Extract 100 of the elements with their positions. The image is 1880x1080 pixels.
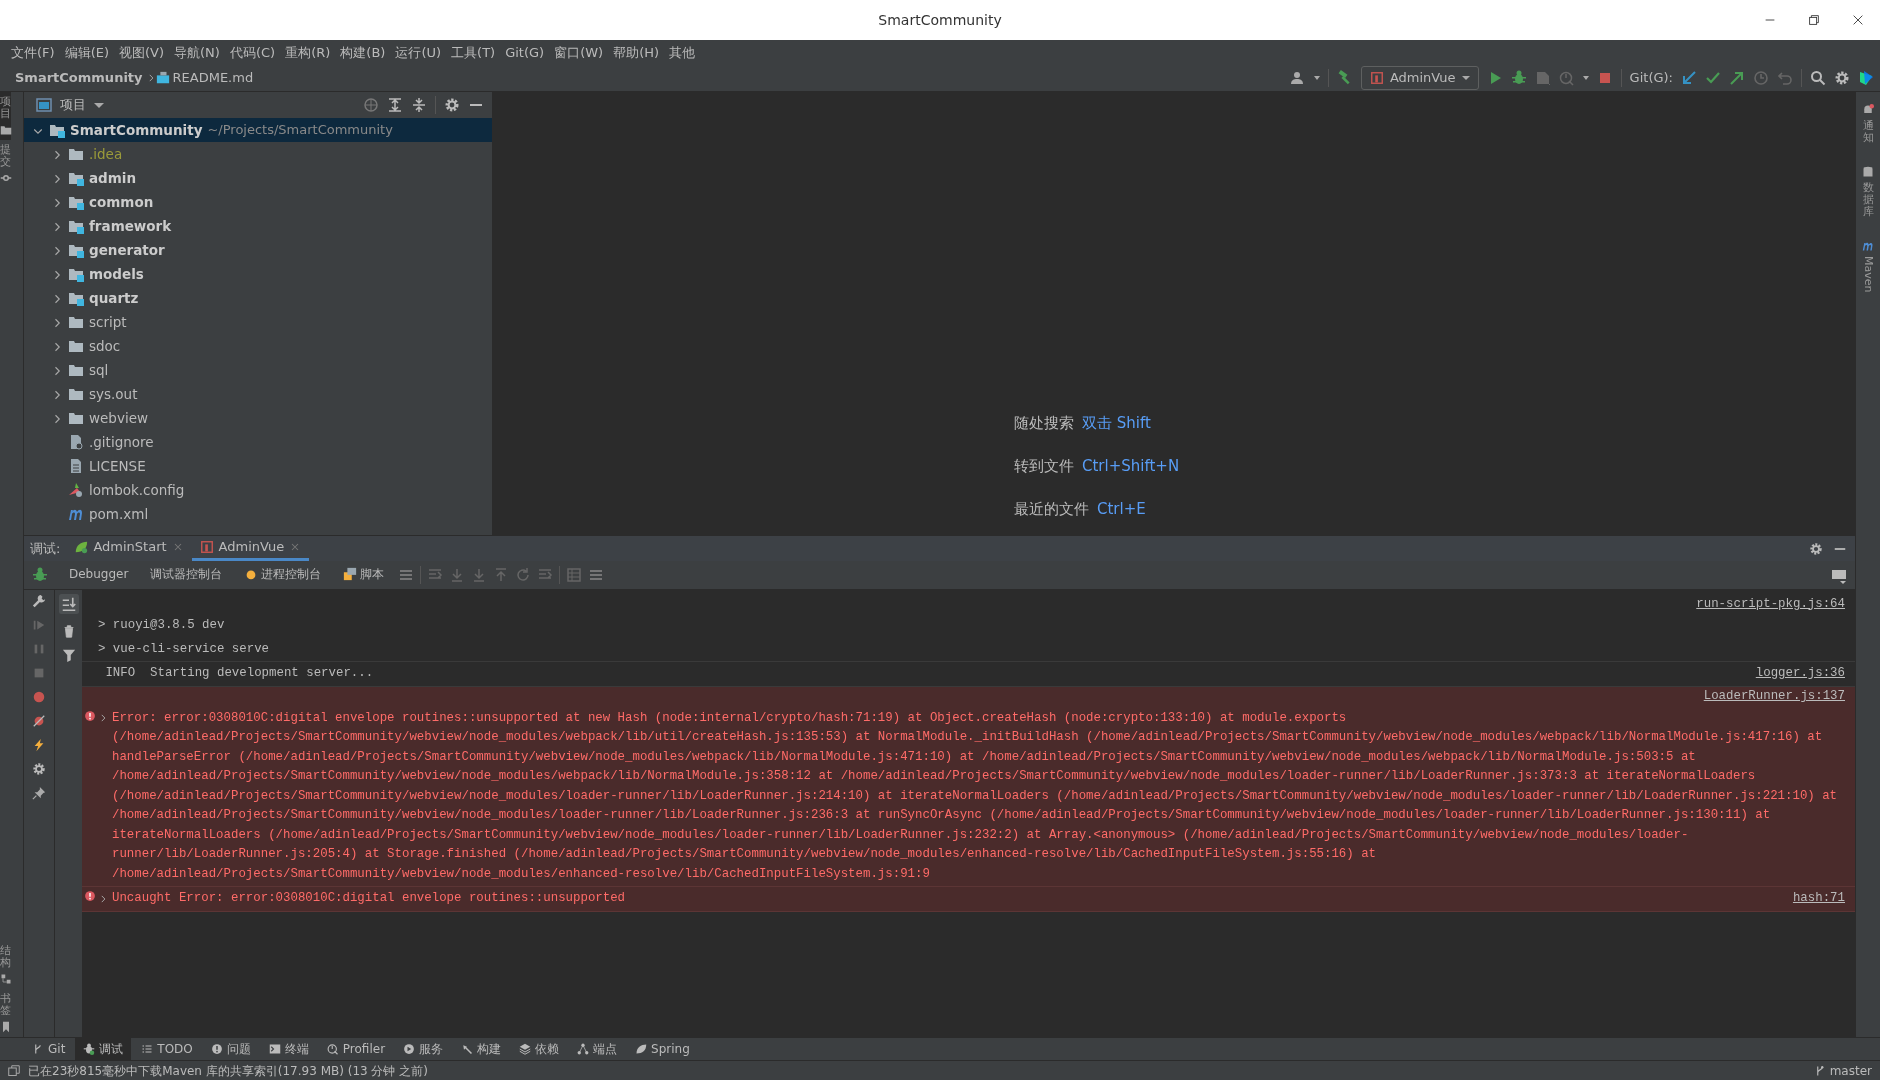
menu-item[interactable]: 重构(R) — [280, 42, 336, 63]
run-config-dropdown[interactable]: AdminVue — [1360, 66, 1479, 90]
tree-item[interactable]: framework — [89, 215, 172, 237]
menu-item[interactable]: 构建(B) — [335, 42, 391, 63]
menu-item[interactable]: 视图(V) — [114, 42, 170, 63]
tool-window-button[interactable]: TODO — [133, 1037, 201, 1061]
tree-item[interactable]: sys.out — [89, 383, 138, 405]
tree-item[interactable]: models — [89, 263, 144, 285]
module-folder-icon — [68, 170, 84, 186]
tool-window-tab[interactable]: 数据库 — [1862, 162, 1874, 223]
tree-item[interactable]: script — [89, 311, 127, 333]
mute-breakpoints-icon[interactable] — [32, 714, 46, 728]
commit-check-icon[interactable] — [1705, 70, 1721, 86]
tool-window-tab[interactable]: 项目 — [0, 92, 11, 141]
window-title: SmartCommunity — [878, 10, 1002, 30]
tree-item[interactable]: .idea — [89, 143, 123, 165]
tool-window-button[interactable]: 调试 — [75, 1037, 132, 1061]
folder-icon — [68, 314, 84, 330]
run-tab[interactable]: AdminStart — [66, 536, 192, 561]
panel-title[interactable]: 项目 — [60, 95, 86, 115]
search-icon[interactable] — [1810, 70, 1826, 86]
expand-all-icon[interactable] — [387, 97, 403, 113]
menu-item[interactable]: 窗口(W) — [549, 42, 609, 63]
tree-item[interactable]: LICENSE — [89, 455, 146, 477]
settings-icon[interactable] — [1834, 70, 1850, 86]
tree-item[interactable]: admin — [89, 167, 137, 189]
tool-window-button[interactable]: Git — [24, 1037, 74, 1061]
scroll-to-end-icon[interactable] — [58, 594, 79, 614]
tool-window-tab[interactable]: 结构 — [0, 940, 11, 989]
caret-icon — [1461, 76, 1470, 80]
tool-window-tab[interactable]: Maven — [1862, 236, 1874, 297]
settings-icon[interactable] — [444, 97, 460, 113]
console-tab[interactable]: 进程控制台 — [236, 560, 330, 590]
tree-item[interactable]: generator — [89, 239, 165, 261]
tool-window-tab[interactable]: 书签 — [0, 988, 11, 1037]
menu-item[interactable]: 工具(T) — [446, 42, 501, 63]
tree-item[interactable]: .gitignore — [89, 431, 154, 453]
tree-item[interactable]: common — [89, 191, 154, 213]
source-link[interactable]: logger.js:36 — [1755, 666, 1845, 680]
user-icon[interactable] — [1289, 70, 1306, 86]
tree-item[interactable]: pom.xml — [89, 503, 149, 525]
tool-window-tab[interactable]: 提交 — [0, 140, 11, 189]
menu-item[interactable]: 导航(N) — [169, 42, 225, 63]
lightning-icon[interactable] — [32, 738, 46, 752]
git-icon — [32, 1043, 44, 1055]
menu-item[interactable]: 编辑(E) — [59, 42, 114, 63]
menu-item[interactable]: 帮助(H) — [608, 42, 665, 63]
menu-item[interactable]: 代码(C) — [224, 42, 281, 63]
tool-window-button[interactable]: 问题 — [202, 1037, 259, 1061]
source-link[interactable]: hash:71 — [1792, 891, 1845, 905]
tool-window-button[interactable]: 依赖 — [511, 1037, 568, 1061]
menu-item[interactable]: Git(G) — [500, 42, 550, 63]
collapse-all-icon[interactable] — [411, 97, 427, 113]
tool-window-button[interactable]: 终端 — [260, 1037, 317, 1061]
settings-icon[interactable] — [1809, 541, 1823, 556]
bug-icon[interactable] — [31, 567, 48, 583]
tree-item[interactable]: lombok.config — [89, 479, 185, 501]
tree-item[interactable]: sdoc — [89, 335, 121, 357]
tree-item[interactable]: webview — [89, 407, 148, 429]
source-link[interactable]: LoaderRunner.js:137 — [1703, 687, 1845, 706]
tree-item[interactable]: sql — [89, 359, 109, 381]
folder-icon — [68, 410, 84, 426]
run-tab[interactable]: AdminVue — [191, 536, 310, 561]
console-tab[interactable]: 脚本 — [335, 560, 393, 590]
filter-icon[interactable] — [61, 648, 76, 662]
push-arrow-icon[interactable] — [1729, 70, 1745, 86]
menu-item[interactable]: 其他 — [664, 42, 701, 63]
tree-item[interactable]: SmartCommunity — [70, 119, 203, 141]
update-arrow-icon[interactable] — [1681, 70, 1697, 86]
menu-item[interactable]: 运行(U) — [390, 42, 447, 63]
source-link[interactable]: run-script-pkg.js:64 — [1696, 594, 1845, 614]
settings-icon[interactable] — [32, 762, 46, 776]
copy-icon[interactable] — [8, 1064, 20, 1077]
breadcrumb-item[interactable]: SmartCommunity — [15, 68, 143, 88]
branch-label[interactable]: master — [1829, 1061, 1872, 1080]
endpoints-icon — [577, 1043, 590, 1055]
error-icon — [84, 709, 96, 722]
pin-icon[interactable] — [32, 786, 46, 800]
tool-icon — [0, 1021, 12, 1033]
tree-item[interactable]: quartz — [89, 287, 139, 309]
shortcut-text: 双击 Shift — [1082, 413, 1151, 435]
debug-icon[interactable] — [1510, 70, 1527, 86]
module-folder-icon — [68, 266, 84, 282]
layout-icon[interactable] — [1831, 567, 1847, 584]
tool-window-button[interactable]: 服务 — [395, 1037, 452, 1061]
breakpoint-icon[interactable] — [32, 690, 46, 704]
hammer-icon[interactable] — [1336, 70, 1353, 86]
breadcrumb-item[interactable]: README.md — [172, 68, 254, 88]
menu-icon[interactable] — [398, 567, 415, 583]
tool-window-button[interactable]: Profiler — [318, 1037, 394, 1061]
tool-window-button[interactable]: Spring — [627, 1037, 698, 1061]
console-tab[interactable]: 调试器控制台 — [142, 560, 231, 590]
logo-icon[interactable] — [1858, 70, 1874, 86]
tool-window-button[interactable]: 构建 — [453, 1037, 510, 1061]
wrench-icon[interactable] — [32, 594, 46, 608]
locate-icon[interactable] — [363, 97, 379, 113]
tool-window-button[interactable]: 端点 — [569, 1037, 626, 1061]
menu-item[interactable]: 文件(F) — [6, 42, 60, 63]
console-tab[interactable]: Debugger — [61, 560, 137, 590]
tool-window-tab[interactable]: 通知 — [1862, 100, 1874, 149]
